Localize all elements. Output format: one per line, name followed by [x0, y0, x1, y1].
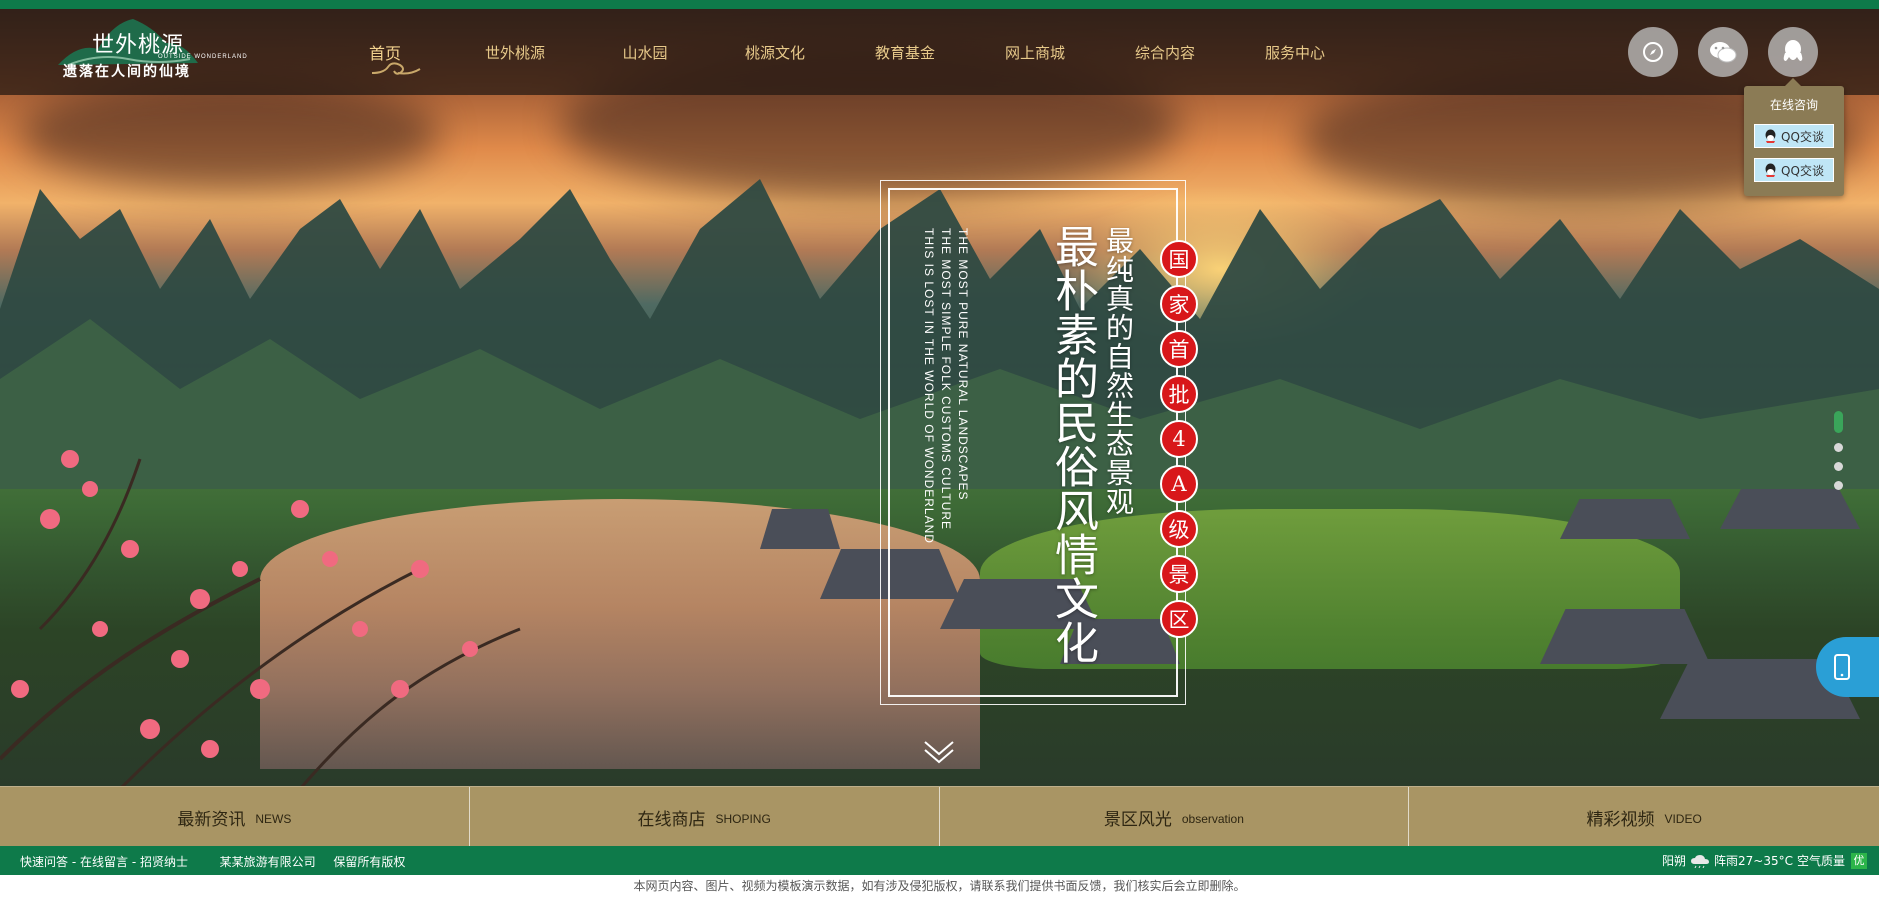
consult-title: 在线咨询 — [1769, 98, 1818, 112]
category-en: VIDEO — [1664, 812, 1702, 826]
qq-chat-button-2[interactable]: QQ交谈 — [1754, 158, 1834, 182]
category-en: SHOPING — [715, 812, 771, 826]
badge-char: 国 — [1160, 240, 1198, 278]
scroll-down-icon[interactable] — [921, 738, 957, 766]
mobile-site-button[interactable] — [1816, 637, 1879, 697]
cloud-swirl-icon — [371, 62, 421, 75]
category-bar: 最新资讯 NEWS 在线商店 SHOPING 景区风光 observation … — [0, 786, 1879, 847]
category-video[interactable]: 精彩视频 VIDEO — [1409, 787, 1879, 847]
badge-char: 4 — [1160, 420, 1198, 458]
qq-button[interactable] — [1768, 27, 1818, 77]
village-right — [1540, 489, 1870, 749]
qq-chat-label: QQ交谈 — [1781, 163, 1824, 178]
site-footer: 快速问答 - 在线留言 - 招贤纳士 某某旅游有限公司 保留所有版权 阳朔 阵雨… — [0, 846, 1879, 875]
slogan-folk-culture: 最朴素的民俗风情文化 — [1047, 224, 1098, 664]
nav-item-service-center[interactable]: 服务中心 — [1230, 9, 1360, 95]
category-shop[interactable]: 在线商店 SHOPING — [470, 787, 940, 847]
qq-icon — [1783, 40, 1803, 61]
weather-desc: 阵雨27~35°C — [1714, 854, 1793, 868]
footer-rights: 保留所有版权 — [333, 855, 406, 869]
nav-item-general-content[interactable]: 综合内容 — [1100, 9, 1230, 95]
category-en: observation — [1181, 812, 1244, 826]
category-scenery[interactable]: 景区风光 observation — [940, 787, 1410, 847]
badge-char: 级 — [1160, 510, 1198, 548]
badge-char: 区 — [1160, 600, 1198, 638]
slogan-natural-landscape: 最纯真的自然生态景观 — [1102, 226, 1135, 516]
category-cn: 景区风光 — [1103, 809, 1172, 830]
mobile-phone-icon — [1834, 654, 1850, 680]
slider-dot-3[interactable] — [1834, 462, 1843, 471]
category-en: NEWS — [255, 812, 292, 826]
top-accent-strip — [0, 0, 1879, 9]
nav-item-home[interactable]: 首页 — [320, 9, 450, 95]
badge-char: 首 — [1160, 330, 1198, 368]
nav-item-education-fund[interactable]: 教育基金 — [840, 9, 970, 95]
qq-penguin-icon — [1765, 163, 1776, 177]
footer-link-recruit[interactable]: 招贤纳士 — [140, 855, 188, 869]
nav-item-online-mall[interactable]: 网上商城 — [970, 9, 1100, 95]
category-cn: 最新资讯 — [177, 809, 246, 830]
footer-link-quick-qa[interactable]: 快速问答 — [20, 855, 68, 869]
weather-city: 阳朔 — [1661, 854, 1686, 868]
qq-chat-button-1[interactable]: QQ交谈 — [1754, 124, 1834, 148]
badge-char: 批 — [1160, 375, 1198, 413]
site-header: 世外桃源 OUTSIDE WONDERLAND 遗落在人间的仙境 首页 世外桃源… — [0, 9, 1879, 95]
logo-tagline: 遗落在人间的仙境 — [63, 65, 191, 80]
copyright-disclaimer: 本网页内容、图片、视频为模板演示数据，如有涉及侵犯版权，请联系我们提供书面反馈，… — [0, 875, 1879, 897]
logo-english-name: OUTSIDE WONDERLAND — [158, 54, 248, 60]
footer-separator: - — [68, 855, 80, 869]
compass-button[interactable] — [1628, 27, 1678, 77]
wechat-button[interactable] — [1698, 27, 1748, 77]
slogan-english-line-2: THE MOST SIMPLE FOLK CUSTOMS CULTURE — [939, 228, 953, 531]
footer-link-message[interactable]: 在线留言 — [80, 855, 128, 869]
footer-links: 快速问答 - 在线留言 - 招贤纳士 某某旅游有限公司 保留所有版权 — [20, 853, 405, 870]
slider-dot-1[interactable] — [1834, 411, 1843, 433]
footer-company: 某某旅游有限公司 — [219, 855, 316, 869]
air-quality-label: 空气质量 — [1796, 854, 1845, 868]
main-nav: 首页 世外桃源 山水园 桃源文化 教育基金 网上商城 综合内容 服务中心 — [320, 9, 1360, 95]
nav-item-landscape-garden[interactable]: 山水园 — [580, 9, 710, 95]
air-quality-badge: 优 — [1851, 852, 1867, 869]
badge-char: 景 — [1160, 555, 1198, 593]
qq-penguin-icon — [1765, 129, 1776, 143]
online-consult-panel: 在线咨询 QQ交谈 QQ交谈 — [1744, 78, 1844, 196]
category-news[interactable]: 最新资讯 NEWS — [0, 787, 470, 847]
national-4a-badge: 国 家 首 批 4 A 级 景 区 — [1160, 240, 1200, 645]
compass-icon — [1643, 42, 1663, 62]
slider-dot-4[interactable] — [1834, 481, 1843, 490]
wechat-icon — [1710, 42, 1737, 63]
cloud-rain-icon — [1691, 854, 1709, 868]
badge-char: A — [1160, 465, 1198, 503]
category-cn: 在线商店 — [637, 809, 706, 830]
footer-separator: - — [128, 855, 140, 869]
peach-blossom-branch — [0, 450, 521, 786]
qq-chat-label: QQ交谈 — [1781, 129, 1824, 144]
slider-dot-2[interactable] — [1834, 443, 1843, 452]
weather-widget[interactable]: 阳朔 阵雨27~35°C 空气质量 优 — [1662, 852, 1867, 869]
slogan-english-line-3: THIS IS LOST IN THE WORLD OF WONDERLAND — [922, 228, 936, 544]
nav-item-culture[interactable]: 桃源文化 — [710, 9, 840, 95]
site-logo[interactable]: 世外桃源 OUTSIDE WONDERLAND 遗落在人间的仙境 — [58, 13, 247, 93]
nav-item-wonderland[interactable]: 世外桃源 — [450, 9, 580, 95]
category-cn: 精彩视频 — [1586, 809, 1655, 830]
slogan-english-line-1: THE MOST PURE NATURAL LANDSCAPES — [956, 228, 970, 501]
badge-char: 家 — [1160, 285, 1198, 323]
